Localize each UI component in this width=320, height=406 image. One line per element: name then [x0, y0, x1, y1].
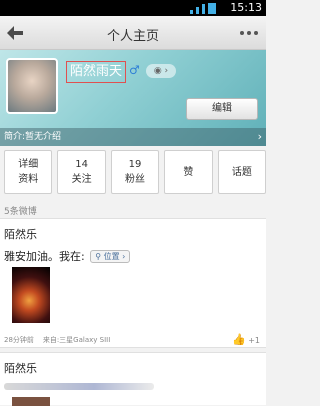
- post-text: 雅安加油。我在:: [4, 250, 85, 263]
- badge-icon: ◉ ›: [153, 66, 169, 76]
- post-content: 雅安加油。我在: ⚲ 位置 ›: [4, 248, 131, 264]
- battery-icon: [208, 3, 216, 14]
- like-button[interactable]: 👍 +1: [232, 333, 260, 346]
- title-bar: 个人主页: [0, 16, 266, 50]
- post-meta: 28分钟前 来自:三星Galaxy SIII: [4, 335, 110, 345]
- post-time: 28分钟前: [4, 336, 34, 344]
- stat-likes[interactable]: 赞: [164, 150, 213, 194]
- profile-header: 陌然雨天 ♂ ◉ › 编辑 简介:暂无介绍 ›: [0, 50, 266, 146]
- stat-following[interactable]: 14 关注: [57, 150, 106, 194]
- chevron-right-icon: ›: [122, 252, 126, 261]
- location-label: 位置: [103, 252, 120, 261]
- stat-detailed-info[interactable]: 详细 资料: [4, 150, 53, 194]
- clock: 15:13: [230, 1, 262, 14]
- nickname: 陌然雨天: [66, 61, 127, 83]
- post-author[interactable]: 陌然乐: [4, 226, 37, 242]
- blurred-content: [4, 383, 154, 390]
- map-pin-icon: ⚲: [95, 252, 102, 261]
- level-badge[interactable]: ◉ ›: [146, 64, 176, 78]
- dot: [254, 31, 258, 35]
- like-count: +1: [248, 336, 260, 345]
- stat-bottom: 资料: [18, 174, 39, 185]
- weibo-post[interactable]: 陌然乐 雅安加油。我在: ⚲ 位置 › 28分钟前 来自:三星Galaxy SI…: [0, 218, 266, 348]
- stat-bottom: 粉丝: [125, 174, 146, 185]
- male-gender-icon: ♂: [129, 63, 140, 77]
- stat-followers[interactable]: 19 粉丝: [110, 150, 160, 194]
- page-title: 个人主页: [106, 29, 159, 44]
- post-author[interactable]: 陌然乐: [4, 360, 37, 376]
- stat-top: 19: [128, 159, 142, 170]
- stat-top: 话题: [231, 167, 252, 178]
- stat-top: 赞: [183, 167, 194, 178]
- avatar[interactable]: [6, 58, 58, 114]
- dot: [247, 31, 251, 35]
- stat-topics[interactable]: 话题: [217, 150, 267, 194]
- bio-text: 简介:暂无介绍: [4, 132, 62, 142]
- chevron-right-icon: ›: [257, 130, 262, 143]
- signal-bar-icon: [202, 4, 205, 14]
- signal-bar-icon: [196, 7, 199, 14]
- location-tag[interactable]: ⚲ 位置 ›: [90, 250, 131, 263]
- edit-profile-button[interactable]: 编辑: [186, 98, 258, 120]
- post-image[interactable]: [12, 267, 50, 323]
- signal-bar-icon: [190, 10, 193, 14]
- more-menu-icon[interactable]: [240, 31, 258, 35]
- profile-stats: 详细 资料 14 关注 19 粉丝 赞 话题: [0, 150, 267, 196]
- stat-top: 14: [75, 159, 88, 170]
- stat-bottom: 关注: [71, 174, 92, 185]
- bio-bar[interactable]: 简介:暂无介绍 ›: [0, 128, 266, 146]
- post-source: 来自:三星Galaxy SIII: [42, 336, 111, 344]
- stat-top: 详细: [18, 159, 39, 170]
- status-bar: 15:13: [0, 0, 266, 16]
- status-icons: [190, 2, 216, 14]
- weibo-post[interactable]: 陌然乐: [0, 352, 266, 406]
- thumbs-up-icon: 👍: [231, 333, 246, 346]
- dot: [240, 31, 244, 35]
- weibo-count: 5条微博: [4, 207, 37, 217]
